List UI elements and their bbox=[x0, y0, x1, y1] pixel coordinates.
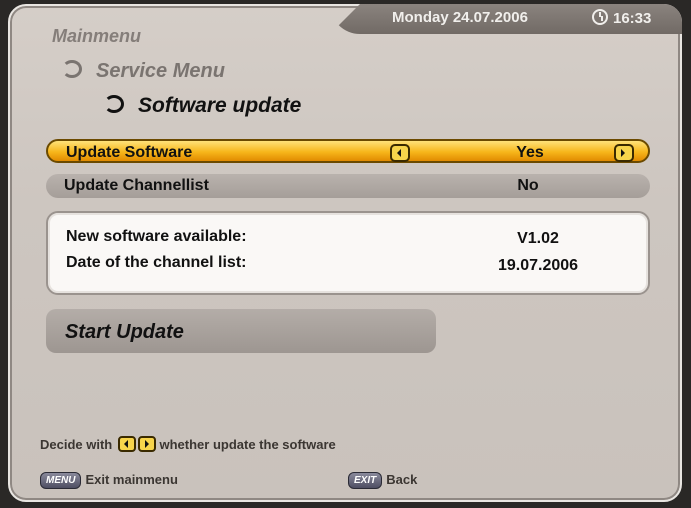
footer-exit-label: Back bbox=[386, 472, 418, 487]
header-date: Monday 24.07.2006 bbox=[392, 9, 528, 26]
header-time: 16:33 bbox=[592, 9, 651, 27]
menu-key-icon: MENU bbox=[40, 472, 82, 489]
page-title-label: Software update bbox=[138, 94, 302, 117]
info-panel: New software available: V1.02 Date of th… bbox=[46, 211, 650, 295]
setting-label: Update Channellist bbox=[64, 177, 209, 194]
start-update-label: Start Update bbox=[65, 321, 184, 343]
footer-exit[interactable]: EXIT Back bbox=[348, 472, 417, 489]
setting-label: Update Software bbox=[66, 144, 193, 161]
setting-value: No bbox=[517, 177, 539, 194]
footer-menu[interactable]: MENU Exit mainmenu bbox=[40, 472, 178, 489]
channel-list-date-value: 19.07.2006 bbox=[497, 257, 579, 274]
footer-menu-label: Exit mainmenu bbox=[85, 472, 178, 487]
right-arrow-icon[interactable] bbox=[614, 144, 634, 162]
channel-list-date-label: Date of the channel list: bbox=[66, 254, 247, 271]
page-title: Software update bbox=[104, 94, 301, 118]
return-arrow-icon bbox=[62, 60, 82, 78]
start-update-button[interactable]: Start Update bbox=[46, 309, 436, 353]
setting-update-software[interactable]: Update Software Yes bbox=[46, 139, 650, 163]
right-arrow-icon bbox=[137, 436, 156, 452]
setting-value: Yes bbox=[516, 144, 544, 161]
breadcrumb-service-menu: Service Menu bbox=[62, 60, 225, 83]
hint-prefix: Decide with bbox=[40, 437, 113, 452]
return-arrow-icon bbox=[104, 95, 124, 113]
clock-icon bbox=[592, 9, 608, 25]
new-software-value: V1.02 bbox=[517, 230, 559, 247]
header-time-text: 16:33 bbox=[613, 10, 652, 27]
setting-update-channellist[interactable]: Update Channellist No bbox=[46, 174, 650, 198]
exit-key-icon: EXIT bbox=[348, 472, 383, 489]
hint-suffix: whether update the software bbox=[159, 437, 336, 452]
new-software-label: New software available: bbox=[66, 228, 247, 245]
breadcrumb-service-menu-label: Service Menu bbox=[96, 60, 225, 82]
left-arrow-icon[interactable] bbox=[390, 144, 410, 162]
breadcrumb-mainmenu: Mainmenu bbox=[52, 26, 142, 46]
left-arrow-icon bbox=[117, 436, 136, 452]
help-hint: Decide with whether update the software bbox=[40, 436, 336, 452]
